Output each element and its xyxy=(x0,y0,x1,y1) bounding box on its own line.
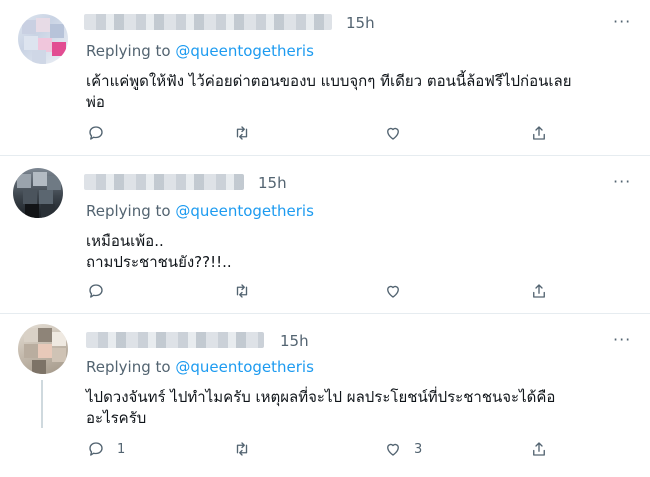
blurred-display-name[interactable] xyxy=(86,332,264,348)
reply-button[interactable]: 1 xyxy=(87,440,125,458)
tweet-text-line: พ่อ xyxy=(86,93,105,111)
like-button[interactable] xyxy=(384,282,414,300)
like-icon xyxy=(387,127,399,140)
tweet-text: เหมือนเพ้อ.. ถามประชาชนยัง??!!.. xyxy=(86,231,646,273)
tweet-text-line: อะไรครับ xyxy=(86,409,147,427)
share-button[interactable] xyxy=(530,282,548,300)
tweet-1[interactable]: 15h ··· Replying to @queentogetheris เค้… xyxy=(0,0,650,155)
retweet-button[interactable] xyxy=(233,440,263,458)
tweet-text-line: ไปดวงจันทร์ ไปทำไมครับ เหตุผลที่จะไป ผลป… xyxy=(86,388,556,406)
share-button[interactable] xyxy=(530,124,548,142)
more-icon[interactable]: ··· xyxy=(613,330,631,349)
replying-to-label: Replying to xyxy=(86,358,176,376)
reply-icon xyxy=(89,442,103,456)
share-icon xyxy=(533,126,545,140)
share-icon xyxy=(533,284,545,298)
tweet-timestamp[interactable]: 15h xyxy=(258,174,287,192)
tweet-text-line: เค้าแค่พูดให้ฟัง ไว้ค่อยด่าตอนของบ แบบจุ… xyxy=(86,72,572,90)
like-button[interactable] xyxy=(384,124,414,142)
replying-to: Replying to @queentogetheris xyxy=(86,358,314,376)
reply-handle-link[interactable]: @queentogetheris xyxy=(175,358,314,376)
reply-handle-link[interactable]: @queentogetheris xyxy=(175,202,314,220)
tweet-2[interactable]: 15h ··· Replying to @queentogetheris เหม… xyxy=(0,156,650,313)
share-icon xyxy=(533,442,545,456)
tweet-text: เค้าแค่พูดให้ฟัง ไว้ค่อยด่าตอนของบ แบบจุ… xyxy=(86,71,646,113)
like-button[interactable]: 3 xyxy=(384,440,422,458)
thread-line xyxy=(41,380,43,428)
tweet-timestamp[interactable]: 15h xyxy=(346,14,375,32)
retweet-button[interactable] xyxy=(233,124,263,142)
like-icon xyxy=(387,443,399,456)
blurred-display-name[interactable] xyxy=(84,14,332,30)
avatar[interactable] xyxy=(18,324,68,374)
retweet-icon xyxy=(236,126,248,140)
reply-button[interactable] xyxy=(87,124,117,142)
replying-to-label: Replying to xyxy=(86,42,176,60)
reply-handle-link[interactable]: @queentogetheris xyxy=(175,42,314,60)
like-count: 3 xyxy=(414,441,423,457)
retweet-icon xyxy=(236,284,248,298)
replying-to: Replying to @queentogetheris xyxy=(86,42,314,60)
tweet-text-line: ถามประชาชนยัง??!!.. xyxy=(86,253,232,271)
reply-icon xyxy=(89,126,103,140)
like-icon xyxy=(387,285,399,298)
avatar[interactable] xyxy=(18,14,68,64)
reply-icon xyxy=(89,284,103,298)
replying-to: Replying to @queentogetheris xyxy=(86,202,314,220)
blurred-display-name[interactable] xyxy=(84,174,244,190)
avatar[interactable] xyxy=(13,168,63,218)
retweet-button[interactable] xyxy=(233,282,263,300)
more-icon[interactable]: ··· xyxy=(613,12,631,31)
reply-button[interactable] xyxy=(87,282,117,300)
replying-to-label: Replying to xyxy=(86,202,176,220)
tweet-3[interactable]: 15h ··· Replying to @queentogetheris ไปด… xyxy=(0,314,650,477)
more-icon[interactable]: ··· xyxy=(613,172,631,191)
share-button[interactable] xyxy=(530,440,548,458)
retweet-icon xyxy=(236,442,248,456)
reply-count: 1 xyxy=(117,441,126,457)
tweet-timestamp[interactable]: 15h xyxy=(280,332,309,350)
tweet-text: ไปดวงจันทร์ ไปทำไมครับ เหตุผลที่จะไป ผลป… xyxy=(86,387,646,429)
tweet-text-line: เหมือนเพ้อ.. xyxy=(86,232,164,250)
